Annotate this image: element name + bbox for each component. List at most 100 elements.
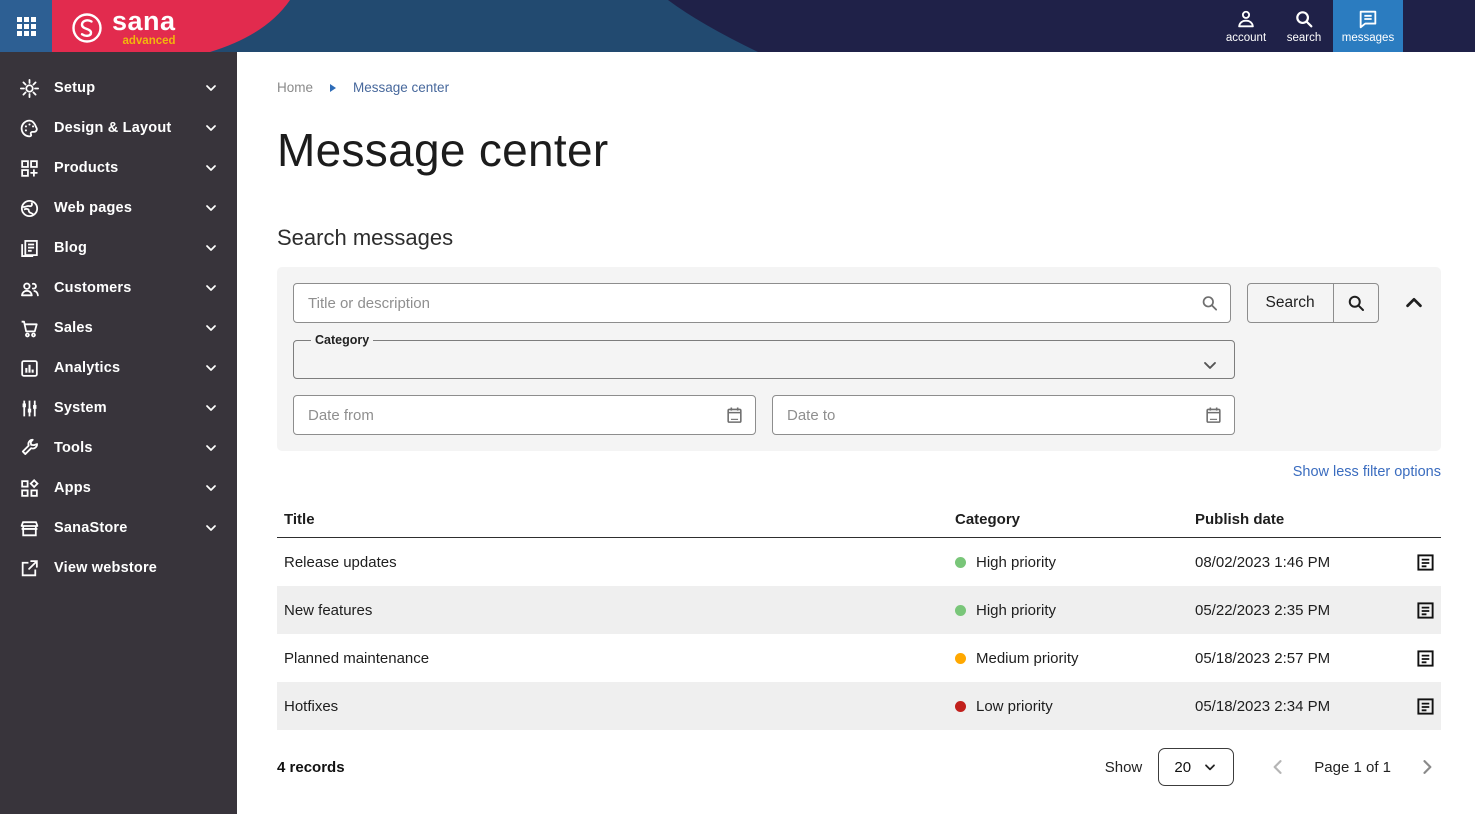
sidebar-item-label: Products: [54, 160, 119, 176]
priority-dot: [955, 700, 966, 712]
store-icon: [17, 518, 41, 539]
sidebar-item-web-pages[interactable]: Web pages: [0, 188, 237, 228]
pagination: Page 1 of 1: [1264, 753, 1441, 781]
message-title: New features: [284, 601, 373, 619]
account-icon: [1238, 10, 1254, 28]
sidebar-item-system[interactable]: System: [0, 388, 237, 428]
chevron-up-icon: [1406, 297, 1422, 308]
previous-page-button[interactable]: [1264, 753, 1292, 781]
page-info: Page 1 of 1: [1314, 758, 1391, 776]
title-search-input[interactable]: [293, 283, 1231, 323]
show-less-filters-link[interactable]: Show less filter options: [277, 464, 1441, 480]
brand-subtitle: advanced: [122, 35, 176, 47]
message-title: Release updates: [284, 553, 397, 571]
date-to-field-wrap: [772, 395, 1235, 435]
globe-icon: [17, 198, 41, 219]
calendar-icon[interactable]: [1204, 406, 1223, 425]
sliders-icon: [17, 398, 41, 419]
sidebar-item-label: View webstore: [54, 560, 158, 576]
search-button[interactable]: Search: [1246, 283, 1379, 323]
show-label: Show: [1104, 758, 1143, 776]
calendar-icon[interactable]: [725, 406, 744, 425]
chevron-left-icon: [1273, 760, 1282, 774]
palette-icon: [17, 118, 41, 139]
filter-panel: Search Category: [277, 267, 1441, 451]
table-row[interactable]: Planned maintenance Medium priority 05/1…: [277, 634, 1441, 682]
sidebar-item-tools[interactable]: Tools: [0, 428, 237, 468]
sidebar-item-design-layout[interactable]: Design & Layout: [0, 108, 237, 148]
open-message-icon[interactable]: [1416, 601, 1435, 620]
account-button[interactable]: account: [1217, 0, 1275, 52]
open-message-icon[interactable]: [1416, 649, 1435, 668]
message-category: Medium priority: [976, 649, 1079, 667]
sidebar-item-view-webstore[interactable]: View webstore: [0, 548, 237, 588]
analytics-icon: [17, 358, 41, 379]
category-dropdown[interactable]: Category: [293, 333, 1235, 379]
sana-logo[interactable]: sana advanced: [70, 8, 176, 48]
messages-button[interactable]: messages: [1333, 0, 1403, 52]
search-label: search: [1286, 32, 1322, 44]
sidebar-item-label: Analytics: [54, 360, 121, 376]
message-publish-date: 05/22/2023 2:35 PM: [1195, 601, 1331, 619]
apps-icon: [17, 478, 41, 499]
grid-icon: [16, 16, 36, 36]
sidebar-item-sales[interactable]: Sales: [0, 308, 237, 348]
priority-dot: [955, 556, 966, 568]
column-header-category: Category: [955, 511, 1021, 528]
sidebar-item-apps[interactable]: Apps: [0, 468, 237, 508]
page-title: Message center: [277, 124, 609, 176]
breadcrumb-home-link[interactable]: Home: [277, 80, 313, 95]
messages-table: Title Category Publish date Release upda…: [277, 502, 1441, 730]
account-label: account: [1225, 32, 1267, 44]
column-header-title: Title: [284, 511, 315, 528]
chevron-down-icon[interactable]: [1200, 355, 1220, 380]
date-from-input[interactable]: [293, 395, 756, 435]
chevron-down-icon: [206, 405, 216, 411]
sidebar-item-label: Customers: [54, 280, 132, 296]
search-messages-heading: Search messages: [277, 225, 454, 250]
open-message-icon[interactable]: [1416, 697, 1435, 716]
breadcrumb: Home Message center: [277, 80, 1441, 95]
table-row[interactable]: Release updates High priority 08/02/2023…: [277, 538, 1441, 586]
sidebar: Setup Design & Layout Products Web pages: [0, 52, 237, 814]
sidebar-item-label: Design & Layout: [54, 120, 172, 136]
products-icon: [17, 158, 41, 179]
chevron-down-icon: [1205, 764, 1215, 771]
search-button-top[interactable]: search: [1275, 0, 1333, 52]
messages-icon: [1359, 10, 1377, 29]
date-from-field-wrap: [293, 395, 756, 435]
page-size-select[interactable]: 20: [1158, 748, 1235, 786]
sana-logo-icon: [72, 13, 102, 43]
chevron-down-icon: [206, 205, 216, 211]
chevron-down-icon: [206, 485, 216, 491]
sidebar-item-label: Apps: [54, 480, 92, 496]
category-label: Category: [315, 333, 370, 347]
next-page-button[interactable]: [1413, 753, 1441, 781]
sidebar-item-label: Web pages: [54, 200, 133, 216]
sidebar-item-setup[interactable]: Setup: [0, 68, 237, 108]
app-launcher-button[interactable]: [0, 0, 52, 52]
sidebar-item-sanastore[interactable]: SanaStore: [0, 508, 237, 548]
date-to-input[interactable]: [772, 395, 1235, 435]
table-row[interactable]: New features High priority 05/22/2023 2:…: [277, 586, 1441, 634]
topbar-nav: account search messages: [1217, 0, 1403, 52]
priority-dot: [955, 652, 966, 664]
message-title: Hotfixes: [284, 697, 339, 715]
cart-icon: [17, 318, 41, 339]
collapse-filters-button[interactable]: [1403, 292, 1425, 314]
breadcrumb-current-link[interactable]: Message center: [353, 80, 449, 95]
message-category: Low priority: [976, 697, 1053, 715]
table-row[interactable]: Hotfixes Low priority 05/18/2023 2:34 PM: [277, 682, 1441, 730]
search-icon: [1296, 11, 1313, 28]
search-icon[interactable]: [1332, 284, 1378, 322]
sidebar-item-products[interactable]: Products: [0, 148, 237, 188]
chevron-down-icon: [206, 325, 216, 331]
sidebar-item-label: Blog: [54, 240, 88, 256]
table-header-row: Title Category Publish date: [277, 502, 1441, 538]
sidebar-item-customers[interactable]: Customers: [0, 268, 237, 308]
open-message-icon[interactable]: [1416, 553, 1435, 572]
sidebar-item-label: Sales: [54, 320, 93, 336]
sidebar-item-blog[interactable]: Blog: [0, 228, 237, 268]
top-bar: sana advanced account search messages: [0, 0, 1475, 52]
sidebar-item-analytics[interactable]: Analytics: [0, 348, 237, 388]
